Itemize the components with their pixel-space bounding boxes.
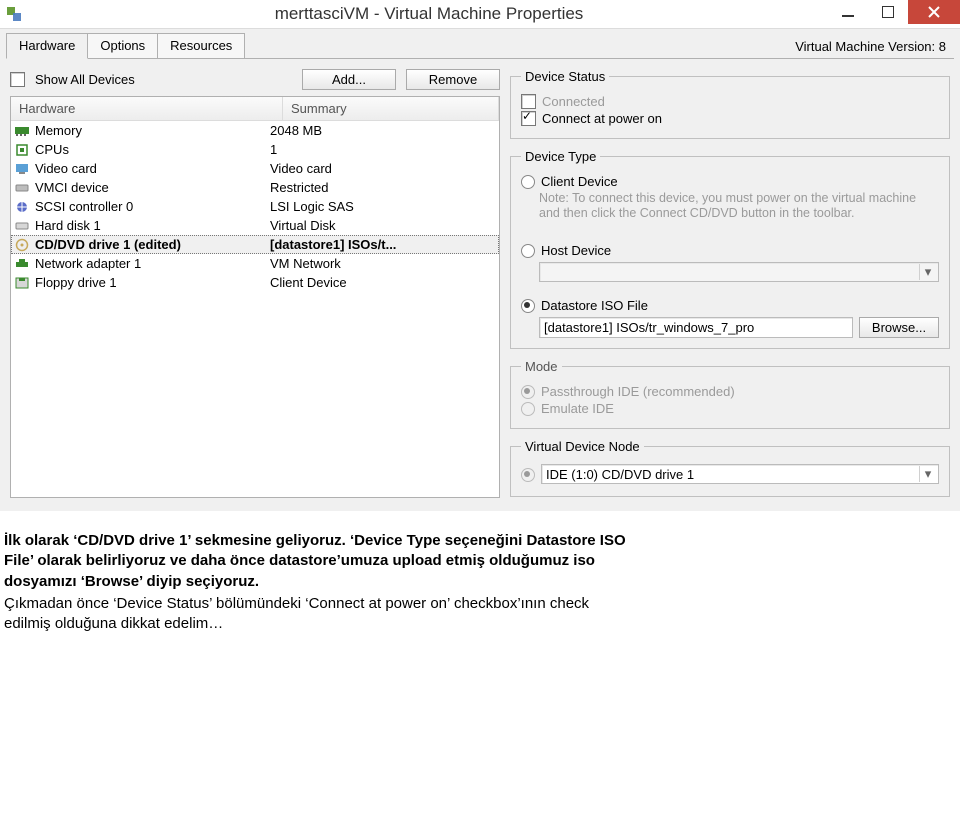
hardware-name: CPUs	[33, 142, 268, 157]
host-device-label: Host Device	[541, 243, 611, 258]
hardware-row[interactable]: SCSI controller 0LSI Logic SAS	[11, 197, 499, 216]
add-button[interactable]: Add...	[302, 69, 396, 90]
connect-at-power-on-label: Connect at power on	[542, 111, 662, 126]
device-type-legend: Device Type	[521, 149, 600, 164]
vmci-icon	[11, 181, 33, 195]
connected-checkbox	[521, 94, 536, 109]
window-title: merttasciVM - Virtual Machine Properties	[30, 0, 828, 24]
instruction-text: İlk olarak ‘CD/DVD drive 1’ sekmesine ge…	[0, 521, 960, 594]
mode-legend: Mode	[521, 359, 562, 374]
chevron-down-icon: ▾	[919, 264, 936, 280]
hardware-row[interactable]: VMCI deviceRestricted	[11, 178, 499, 197]
close-button[interactable]	[908, 0, 960, 24]
show-all-devices-label: Show All Devices	[35, 72, 292, 87]
hardware-name: SCSI controller 0	[33, 199, 268, 214]
vdn-select[interactable]: IDE (1:0) CD/DVD drive 1 ▾	[541, 464, 939, 484]
client-device-label: Client Device	[541, 174, 618, 189]
hardware-row[interactable]: Hard disk 1Virtual Disk	[11, 216, 499, 235]
hardware-summary: 1	[268, 142, 499, 157]
hardware-row[interactable]: Video cardVideo card	[11, 159, 499, 178]
hardware-name: Memory	[33, 123, 268, 138]
hardware-name: CD/DVD drive 1 (edited)	[33, 237, 268, 252]
mode-group: Mode Passthrough IDE (recommended) Emula…	[510, 359, 950, 429]
tab-hardware[interactable]: Hardware	[6, 33, 88, 59]
host-device-select: ▾	[539, 262, 939, 282]
network-icon	[11, 257, 33, 271]
list-header: Hardware Summary	[11, 97, 499, 121]
device-type-group: Device Type Client Device Note: To conne…	[510, 149, 950, 349]
emulate-ide-radio	[521, 402, 535, 416]
titlebar: merttasciVM - Virtual Machine Properties	[0, 0, 960, 28]
hardware-name: Network adapter 1	[33, 256, 268, 271]
hardware-name: Hard disk 1	[33, 218, 268, 233]
client-device-note: Note: To connect this device, you must p…	[539, 191, 939, 221]
hardware-list[interactable]: Hardware Summary Memory2048 MBCPUs1Video…	[10, 96, 500, 498]
hardware-summary: VM Network	[268, 256, 499, 271]
hardware-row[interactable]: Memory2048 MB	[11, 121, 499, 140]
col-summary[interactable]: Summary	[283, 97, 499, 121]
cpu-icon	[11, 143, 33, 157]
passthrough-ide-label: Passthrough IDE (recommended)	[541, 384, 735, 399]
hardware-summary: 2048 MB	[268, 123, 499, 138]
device-status-legend: Device Status	[521, 69, 609, 84]
hardware-row[interactable]: CPUs1	[11, 140, 499, 159]
passthrough-ide-radio	[521, 385, 535, 399]
memory-icon	[11, 124, 33, 138]
vdn-radio	[521, 468, 535, 482]
hardware-row[interactable]: CD/DVD drive 1 (edited)[datastore1] ISOs…	[11, 235, 499, 254]
vdn-value: IDE (1:0) CD/DVD drive 1	[546, 467, 694, 482]
tab-options[interactable]: Options	[87, 33, 158, 58]
hardware-name: Floppy drive 1	[33, 275, 268, 290]
connected-label: Connected	[542, 94, 605, 109]
disk-icon	[11, 219, 33, 233]
video-card-icon	[11, 162, 33, 176]
minimize-button[interactable]	[828, 0, 868, 24]
cd-dvd-icon	[11, 238, 33, 252]
tab-strip: Hardware Options Resources	[6, 33, 244, 58]
app-icon	[0, 0, 30, 27]
hardware-name: VMCI device	[33, 180, 268, 195]
datastore-iso-path-input[interactable]: [datastore1] ISOs/tr_windows_7_pro	[539, 317, 853, 338]
datastore-iso-label: Datastore ISO File	[541, 298, 648, 313]
datastore-iso-radio[interactable]	[521, 299, 535, 313]
client-device-radio[interactable]	[521, 175, 535, 189]
vm-version-label: Virtual Machine Version: 8	[795, 33, 946, 54]
hardware-row[interactable]: Floppy drive 1Client Device	[11, 273, 499, 292]
hardware-summary: Restricted	[268, 180, 499, 195]
vdn-legend: Virtual Device Node	[521, 439, 644, 454]
virtual-device-node-group: Virtual Device Node IDE (1:0) CD/DVD dri…	[510, 439, 950, 497]
remove-button[interactable]: Remove	[406, 69, 500, 90]
hardware-name: Video card	[33, 161, 268, 176]
browse-button[interactable]: Browse...	[859, 317, 939, 338]
device-status-group: Device Status Connected Connect at power…	[510, 69, 950, 139]
show-all-devices-checkbox[interactable]	[10, 72, 25, 87]
hardware-summary: Video card	[268, 161, 499, 176]
tab-resources[interactable]: Resources	[157, 33, 245, 58]
hardware-row[interactable]: Network adapter 1VM Network	[11, 254, 499, 273]
col-hardware[interactable]: Hardware	[11, 97, 283, 121]
connect-at-power-on-checkbox[interactable]	[521, 111, 536, 126]
hardware-summary: Client Device	[268, 275, 499, 290]
instruction-text-2: Çıkmadan önce ‘Device Status’ bölümündek…	[0, 594, 960, 637]
emulate-ide-label: Emulate IDE	[541, 401, 614, 416]
maximize-button[interactable]	[868, 0, 908, 24]
hardware-summary: LSI Logic SAS	[268, 199, 499, 214]
chevron-down-icon[interactable]: ▾	[919, 466, 936, 482]
floppy-icon	[11, 276, 33, 290]
host-device-radio[interactable]	[521, 244, 535, 258]
scsi-icon	[11, 200, 33, 214]
hardware-summary: [datastore1] ISOs/t...	[268, 237, 499, 252]
hardware-summary: Virtual Disk	[268, 218, 499, 233]
